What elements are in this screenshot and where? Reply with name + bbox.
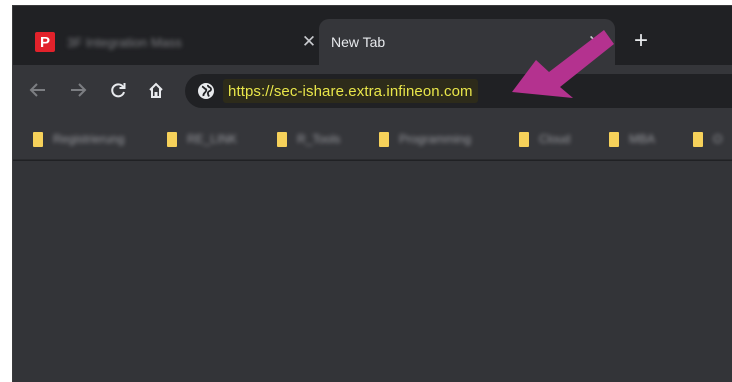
bookmark-folder[interactable]: RE_LINK — [167, 130, 237, 148]
bookmark-folder[interactable]: Registrierung — [33, 130, 124, 148]
bookmarks-bar: Registrierung RE_LINK R_Tools Programmin… — [13, 116, 732, 160]
folder-icon — [33, 131, 43, 147]
close-icon[interactable]: ✕ — [299, 32, 319, 52]
toolbar: https://sec-ishare.extra.infineon.com — [13, 65, 732, 116]
address-bar[interactable]: https://sec-ishare.extra.infineon.com — [185, 74, 732, 108]
close-icon[interactable]: ✕ — [585, 32, 605, 52]
tab-integration[interactable]: P 3F Integration Mass ✕ — [25, 19, 327, 65]
url-field[interactable]: https://sec-ishare.extra.infineon.com — [223, 79, 478, 103]
plus-icon[interactable]: + — [630, 27, 652, 54]
home-icon[interactable] — [145, 79, 167, 101]
tab-strip: P 3F Integration Mass ✕ New Tab ✕ + — [13, 6, 732, 65]
tab-title: 3F Integration Mass — [67, 34, 182, 50]
browser-window: P 3F Integration Mass ✕ New Tab ✕ + http… — [12, 5, 732, 382]
folder-icon — [277, 131, 287, 147]
folder-icon — [609, 131, 619, 147]
url-text: https://sec-ishare.extra.infineon.com — [228, 82, 473, 100]
bookmark-folder[interactable]: O — [693, 130, 722, 148]
globe-icon — [198, 83, 214, 99]
bookmark-folder[interactable]: Cloud — [519, 130, 570, 148]
tab-new-tab[interactable]: New Tab ✕ — [319, 19, 615, 65]
tab-favicon: P — [35, 32, 55, 52]
bookmark-folder[interactable]: R_Tools — [277, 130, 340, 148]
folder-icon — [519, 131, 529, 147]
folder-icon — [693, 131, 703, 147]
reload-icon[interactable] — [107, 79, 129, 101]
arrow-left-icon[interactable] — [27, 79, 49, 101]
folder-icon — [167, 131, 177, 147]
bookmark-folder[interactable]: Programming — [379, 130, 471, 148]
bookmark-folder[interactable]: MBA — [609, 130, 655, 148]
arrow-right-icon[interactable] — [67, 79, 89, 101]
page-content — [13, 161, 732, 382]
folder-icon — [379, 131, 389, 147]
tab-title: New Tab — [331, 34, 386, 50]
